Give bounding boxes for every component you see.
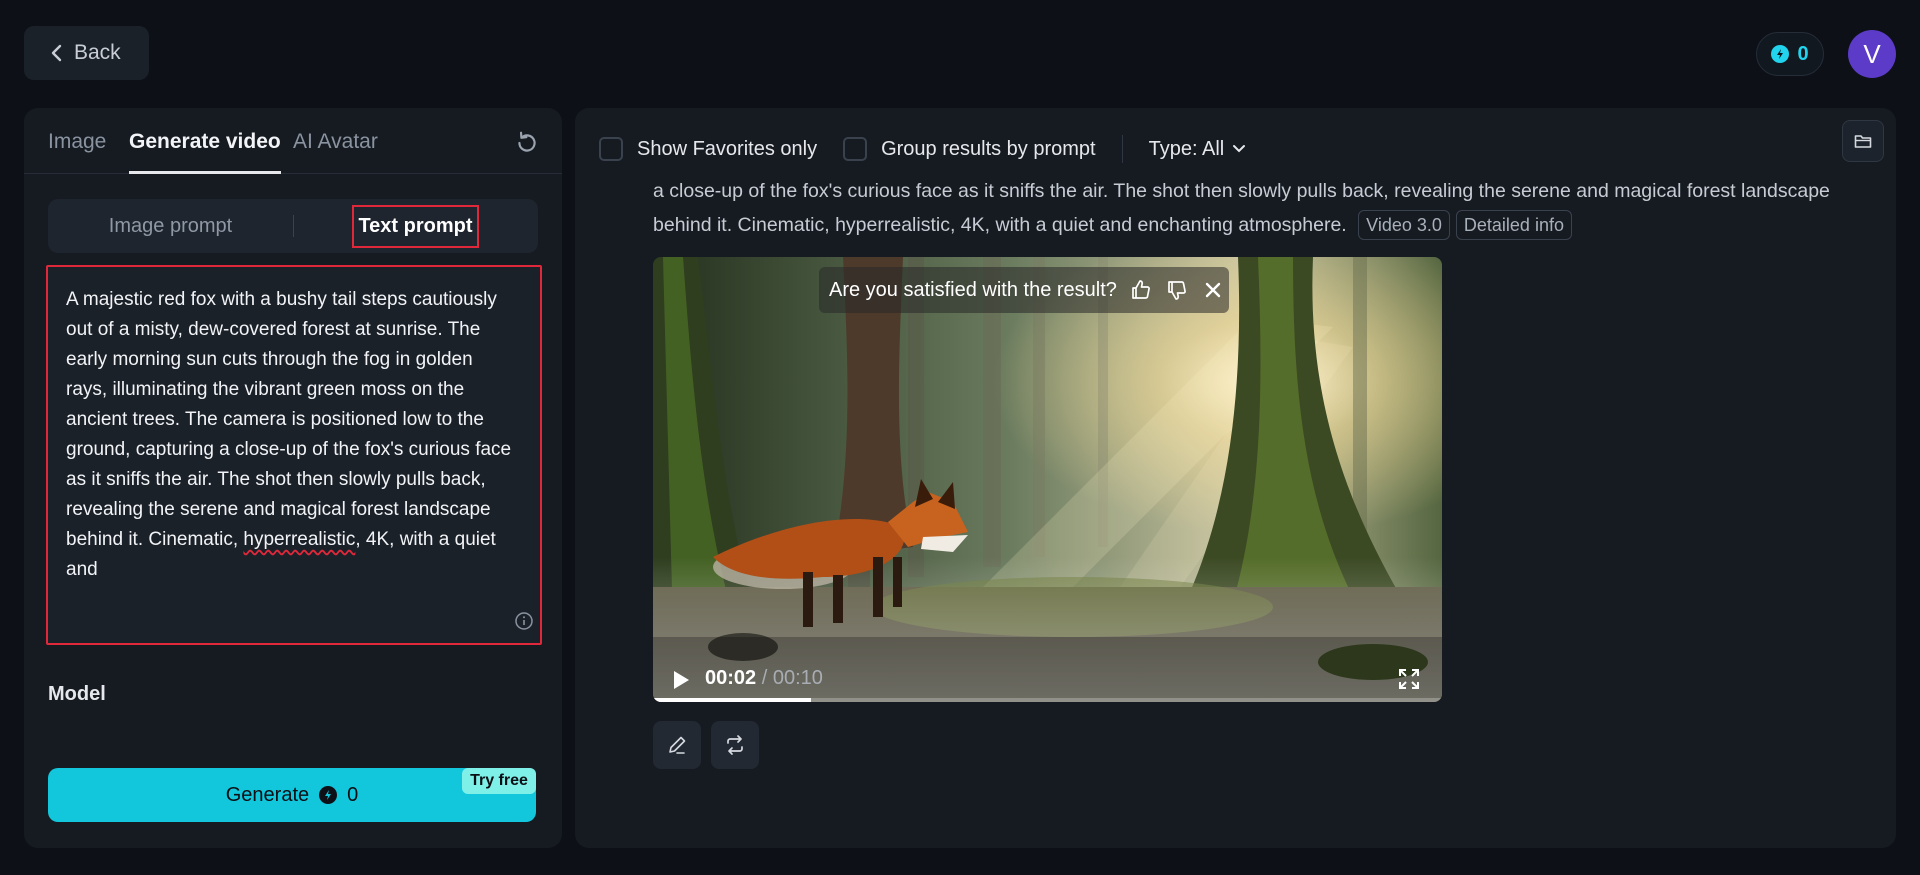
time-separator: / xyxy=(756,667,773,689)
thumbs-up-icon[interactable] xyxy=(1129,278,1153,302)
close-icon[interactable] xyxy=(1201,278,1225,302)
video-progress-fill xyxy=(653,698,811,702)
reset-icon[interactable] xyxy=(514,130,540,156)
feedback-question: Are you satisfied with the result? xyxy=(829,278,1117,301)
feedback-prompt: Are you satisfied with the result? xyxy=(819,267,1229,313)
pencil-icon xyxy=(669,736,686,754)
try-free-badge: Try free xyxy=(462,768,536,794)
user-avatar[interactable]: V xyxy=(1848,30,1896,78)
video-progress-bar[interactable] xyxy=(653,698,1442,702)
group-by-prompt-label: Group results by prompt xyxy=(881,137,1096,160)
prompt-text[interactable]: A majestic red fox with a bushy tail ste… xyxy=(66,285,518,601)
left-panel: Image Generate video AI Avatar Image pro… xyxy=(24,108,562,848)
regenerate-button[interactable] xyxy=(711,721,759,769)
edit-button[interactable] xyxy=(653,721,701,769)
generate-label: Generate xyxy=(225,783,310,806)
video-controls: 00:02 / 00:10 xyxy=(653,657,1442,702)
show-favorites-checkbox[interactable]: Show Favorites only xyxy=(599,137,817,161)
prompt-text-part-1: A majestic red fox with a bushy tail ste… xyxy=(66,289,512,550)
checkbox-box[interactable] xyxy=(843,137,868,161)
info-icon[interactable] xyxy=(514,611,534,631)
detailed-info-chip[interactable]: Detailed info xyxy=(1455,210,1572,240)
credit-coin-icon xyxy=(1771,45,1790,63)
result-prompt-text: a close-up of the fox's curious face as … xyxy=(653,174,1833,242)
video-frame xyxy=(653,257,1442,702)
toolbar-divider xyxy=(1121,135,1123,163)
fullscreen-icon[interactable] xyxy=(1397,667,1421,691)
repeat-icon xyxy=(727,735,743,755)
credits-count: 0 xyxy=(1797,42,1809,65)
type-filter-label: Type: All xyxy=(1148,137,1225,160)
video-time: 00:02 / 00:10 xyxy=(705,667,823,690)
play-icon[interactable] xyxy=(671,669,691,691)
credits-balance[interactable]: 0 xyxy=(1756,32,1824,76)
chevron-left-icon xyxy=(51,44,62,62)
mode-tabs: Image Generate video AI Avatar xyxy=(24,108,562,174)
model-label: Model xyxy=(48,683,106,705)
text-prompt-label: Text prompt xyxy=(352,204,479,248)
results-toolbar: Show Favorites only Group results by pro… xyxy=(599,126,1246,172)
generate-cost: 0 xyxy=(347,783,359,806)
time-current: 00:02 xyxy=(705,667,757,689)
misspelled-word: hyperrealistic xyxy=(243,529,356,550)
tab-generate-video[interactable]: Generate video xyxy=(129,130,281,174)
show-favorites-label: Show Favorites only xyxy=(637,137,818,160)
video-player[interactable]: Are you satisfied with the result? 00:02… xyxy=(653,257,1442,702)
back-button[interactable]: Back xyxy=(24,26,149,80)
credit-coin-icon xyxy=(319,786,338,804)
time-total: 00:10 xyxy=(772,667,823,689)
image-prompt-option[interactable]: Image prompt xyxy=(48,199,293,253)
folder-button[interactable] xyxy=(1842,120,1884,162)
prompt-textarea[interactable]: A majestic red fox with a bushy tail ste… xyxy=(46,265,542,645)
back-label: Back xyxy=(74,41,121,64)
prompt-type-toggle: Image prompt Text prompt xyxy=(48,199,538,253)
type-filter-dropdown[interactable]: Type: All xyxy=(1149,138,1247,161)
group-by-prompt-checkbox[interactable]: Group results by prompt xyxy=(843,137,1096,161)
checkbox-box[interactable] xyxy=(599,137,623,161)
model-version-chip: Video 3.0 xyxy=(1358,210,1450,240)
thumbs-down-icon[interactable] xyxy=(1165,278,1189,302)
results-panel: Show Favorites only Group results by pro… xyxy=(575,108,1896,848)
chevron-down-icon xyxy=(1233,145,1246,153)
tab-ai-avatar[interactable]: AI Avatar xyxy=(293,130,378,174)
image-prompt-label: Image prompt xyxy=(108,214,233,237)
result-prompt-body: a close-up of the fox's curious face as … xyxy=(653,180,1830,236)
text-prompt-option[interactable]: Text prompt xyxy=(293,199,538,253)
tab-image[interactable]: Image xyxy=(48,130,106,174)
folder-icon xyxy=(1854,135,1872,148)
